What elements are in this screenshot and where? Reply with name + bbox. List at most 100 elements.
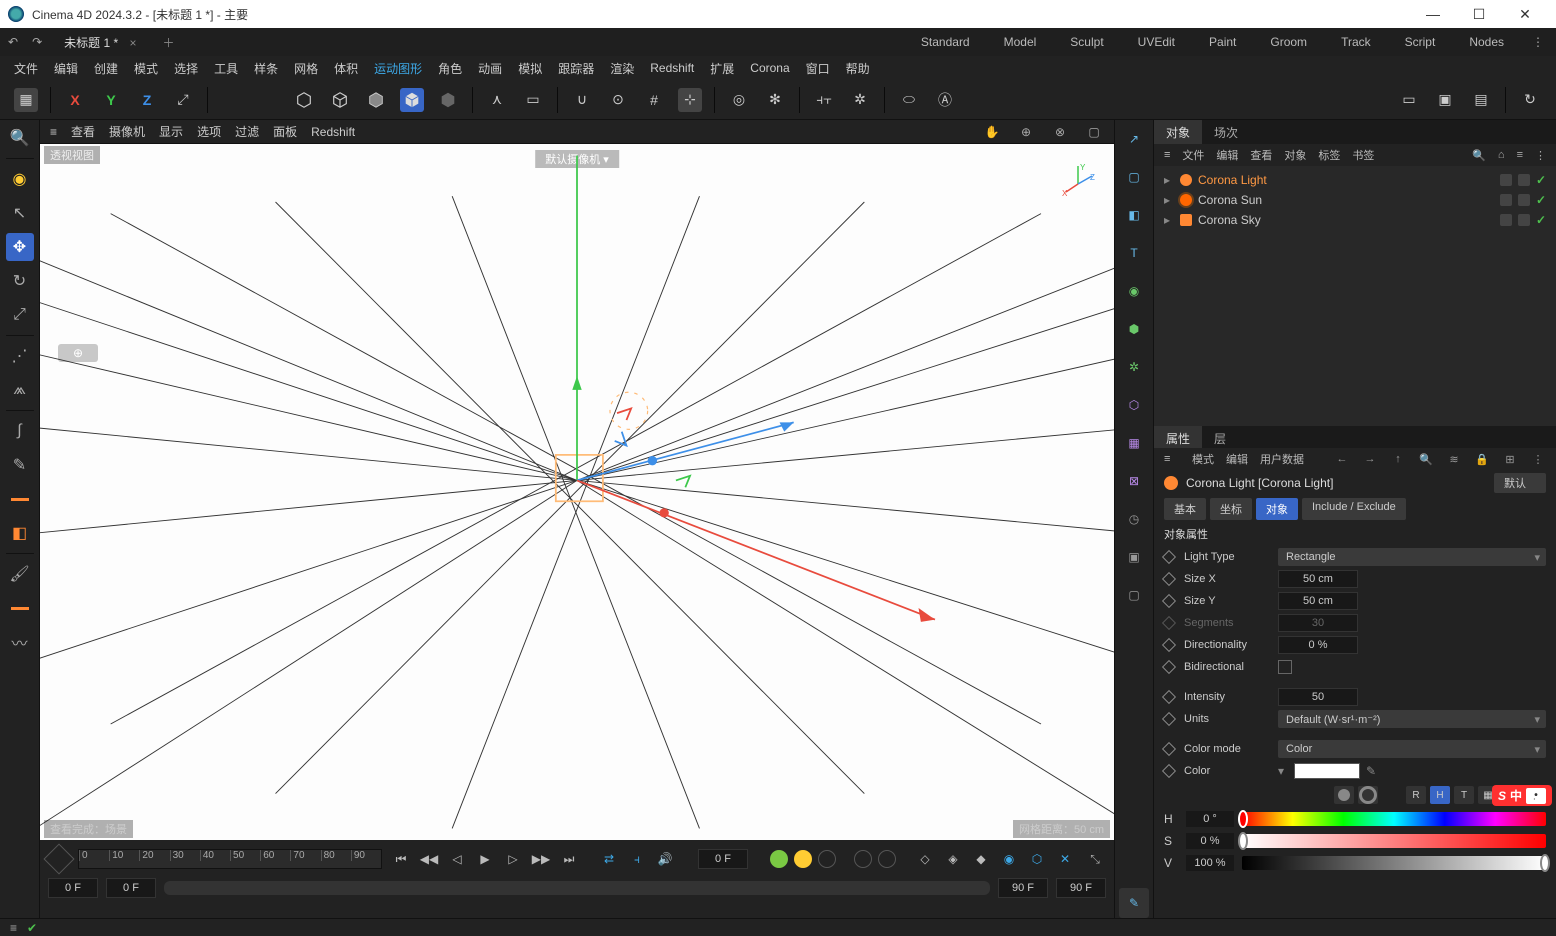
- star-icon[interactable]: ✲: [848, 88, 872, 112]
- mode-paint[interactable]: Paint: [1199, 31, 1246, 53]
- redo-button[interactable]: ↷: [32, 35, 42, 49]
- keyframe-diamond-icon[interactable]: [1162, 764, 1176, 778]
- document-tab[interactable]: 未标题 1 * ×: [56, 30, 144, 55]
- size-x-field[interactable]: 50 cm: [1278, 570, 1358, 588]
- k3-icon[interactable]: ◆: [970, 848, 992, 870]
- rect-tool-icon[interactable]: ▢: [1119, 162, 1149, 192]
- visibility-toggle[interactable]: [1500, 214, 1512, 226]
- mode-uvedit[interactable]: UVEdit: [1128, 31, 1185, 53]
- attr-menu-mode[interactable]: 模式: [1192, 451, 1214, 467]
- loop-icon[interactable]: ⇄: [598, 848, 620, 870]
- k2-icon[interactable]: ◈: [942, 848, 964, 870]
- axis-z-toggle[interactable]: Z: [135, 88, 159, 112]
- visibility-toggle[interactable]: [1500, 174, 1512, 186]
- attr-menu-edit[interactable]: 编辑: [1226, 451, 1248, 467]
- object-name[interactable]: Corona Sun: [1198, 193, 1494, 207]
- close-tab-icon[interactable]: ×: [129, 36, 136, 50]
- keyframe-icon[interactable]: [43, 843, 74, 874]
- rec-key1-icon[interactable]: [854, 850, 872, 868]
- color-mode-t[interactable]: T: [1454, 786, 1474, 804]
- object-name[interactable]: Corona Sky: [1198, 213, 1494, 227]
- magnet-icon[interactable]: ∪: [570, 88, 594, 112]
- subtab-object[interactable]: 对象: [1256, 498, 1298, 520]
- k1-icon[interactable]: ◇: [914, 848, 936, 870]
- loop-start-field[interactable]: 0 F: [106, 878, 156, 898]
- mode-script[interactable]: Script: [1395, 31, 1446, 53]
- menu-edit[interactable]: 编辑: [54, 60, 78, 77]
- subtab-basic[interactable]: 基本: [1164, 498, 1206, 520]
- color-mode-select[interactable]: Color: [1278, 740, 1546, 758]
- annotation-icon[interactable]: Ⓐ: [933, 88, 957, 112]
- menu-animate[interactable]: 动画: [478, 60, 502, 77]
- nav-fwd-icon[interactable]: →: [1362, 453, 1378, 465]
- keyframe-diamond-icon[interactable]: [1162, 690, 1176, 704]
- next-key-icon[interactable]: ▶▶: [530, 848, 552, 870]
- render-settings-icon[interactable]: ▤: [1469, 88, 1493, 112]
- step-fwd-icon[interactable]: ▷: [502, 848, 524, 870]
- cube-outline-icon[interactable]: [292, 88, 316, 112]
- obj-menu-bookmarks[interactable]: 书签: [1352, 147, 1374, 163]
- menu-tool[interactable]: 工具: [214, 60, 238, 77]
- obj-menu-object[interactable]: 对象: [1284, 147, 1306, 163]
- gear-tool-icon[interactable]: ✲: [1119, 352, 1149, 382]
- plane-icon[interactable]: ▭: [521, 88, 545, 112]
- mode-nodes[interactable]: Nodes: [1459, 31, 1514, 53]
- mode-model[interactable]: Model: [994, 31, 1047, 53]
- globe-icon[interactable]: ⬭: [897, 88, 921, 112]
- object-row[interactable]: ▸ Corona Light ✓: [1164, 170, 1546, 190]
- vp-menu-redshift[interactable]: Redshift: [311, 125, 355, 139]
- color-mode-r[interactable]: R: [1406, 786, 1426, 804]
- keyframe-diamond-icon[interactable]: [1162, 572, 1176, 586]
- status-hamburger-icon[interactable]: ≡: [10, 921, 17, 935]
- menu-file[interactable]: 文件: [14, 60, 38, 77]
- text-tool-icon[interactable]: T: [1119, 238, 1149, 268]
- enabled-check-icon[interactable]: ✓: [1536, 193, 1546, 207]
- range-start-field[interactable]: 0 F: [48, 878, 98, 898]
- mode-groom[interactable]: Groom: [1260, 31, 1317, 53]
- attr-newwin-icon[interactable]: ⊞: [1502, 453, 1518, 466]
- menu-spline[interactable]: 样条: [254, 60, 278, 77]
- attr-menu-userdata[interactable]: 用户数据: [1260, 451, 1304, 467]
- extrude-icon[interactable]: ◧: [6, 519, 34, 547]
- viewport[interactable]: 透视视图 默认摄像机 ▾ ⊕ Y Z X: [40, 144, 1114, 840]
- color-ring-icon[interactable]: [1358, 786, 1378, 804]
- render-toggle[interactable]: [1518, 214, 1530, 226]
- menu-help[interactable]: 帮助: [846, 60, 870, 77]
- rec-pos-icon[interactable]: [818, 850, 836, 868]
- s-value-field[interactable]: 0 %: [1186, 833, 1234, 849]
- clock-tool-icon[interactable]: ◷: [1119, 504, 1149, 534]
- visibility-toggle[interactable]: [1500, 194, 1512, 206]
- menu-character[interactable]: 角色: [438, 60, 462, 77]
- tab-scenes[interactable]: 场次: [1202, 120, 1250, 144]
- scale-icon[interactable]: ⤢: [6, 301, 34, 329]
- cube-tool-icon[interactable]: ◧: [1119, 200, 1149, 230]
- menu-create[interactable]: 创建: [94, 60, 118, 77]
- edit-tool-icon[interactable]: ✎: [1119, 888, 1149, 918]
- obj-more-icon[interactable]: ⋮: [1535, 149, 1546, 162]
- cube-half-icon[interactable]: [364, 88, 388, 112]
- pan-icon[interactable]: ✋: [982, 125, 1002, 139]
- node-tool-icon[interactable]: ⊠: [1119, 466, 1149, 496]
- units-select[interactable]: Default (W·sr¹·m⁻²): [1278, 710, 1546, 728]
- markers-icon[interactable]: ⫞: [626, 848, 648, 870]
- maximize-viewport-icon[interactable]: ▢: [1084, 125, 1104, 139]
- camera-tool-icon[interactable]: ▣: [1119, 542, 1149, 572]
- enabled-check-icon[interactable]: ✓: [1536, 173, 1546, 187]
- ime-indicator[interactable]: S 中 •ְ: [1492, 785, 1552, 806]
- render-toggle[interactable]: [1518, 174, 1530, 186]
- obj-menu-tags[interactable]: 标签: [1318, 147, 1340, 163]
- vp-hamburger-icon[interactable]: ≡: [50, 125, 57, 139]
- size-y-field[interactable]: 50 cm: [1278, 592, 1358, 610]
- line-icon[interactable]: [6, 594, 34, 622]
- cube-solid-icon[interactable]: [400, 88, 424, 112]
- keyframe-diamond-icon[interactable]: [1162, 712, 1176, 726]
- vp-menu-options[interactable]: 选项: [197, 123, 221, 140]
- expand-icon[interactable]: ▾: [1278, 764, 1288, 778]
- gear-icon[interactable]: ✻: [763, 88, 787, 112]
- enabled-check-icon[interactable]: ✓: [1536, 213, 1546, 227]
- prev-key-icon[interactable]: ◀◀: [418, 848, 440, 870]
- obj-menu-file[interactable]: 文件: [1182, 147, 1204, 163]
- k5-icon[interactable]: ⬡: [1026, 848, 1048, 870]
- hue-slider[interactable]: [1242, 812, 1546, 826]
- vp-menu-display[interactable]: 显示: [159, 123, 183, 140]
